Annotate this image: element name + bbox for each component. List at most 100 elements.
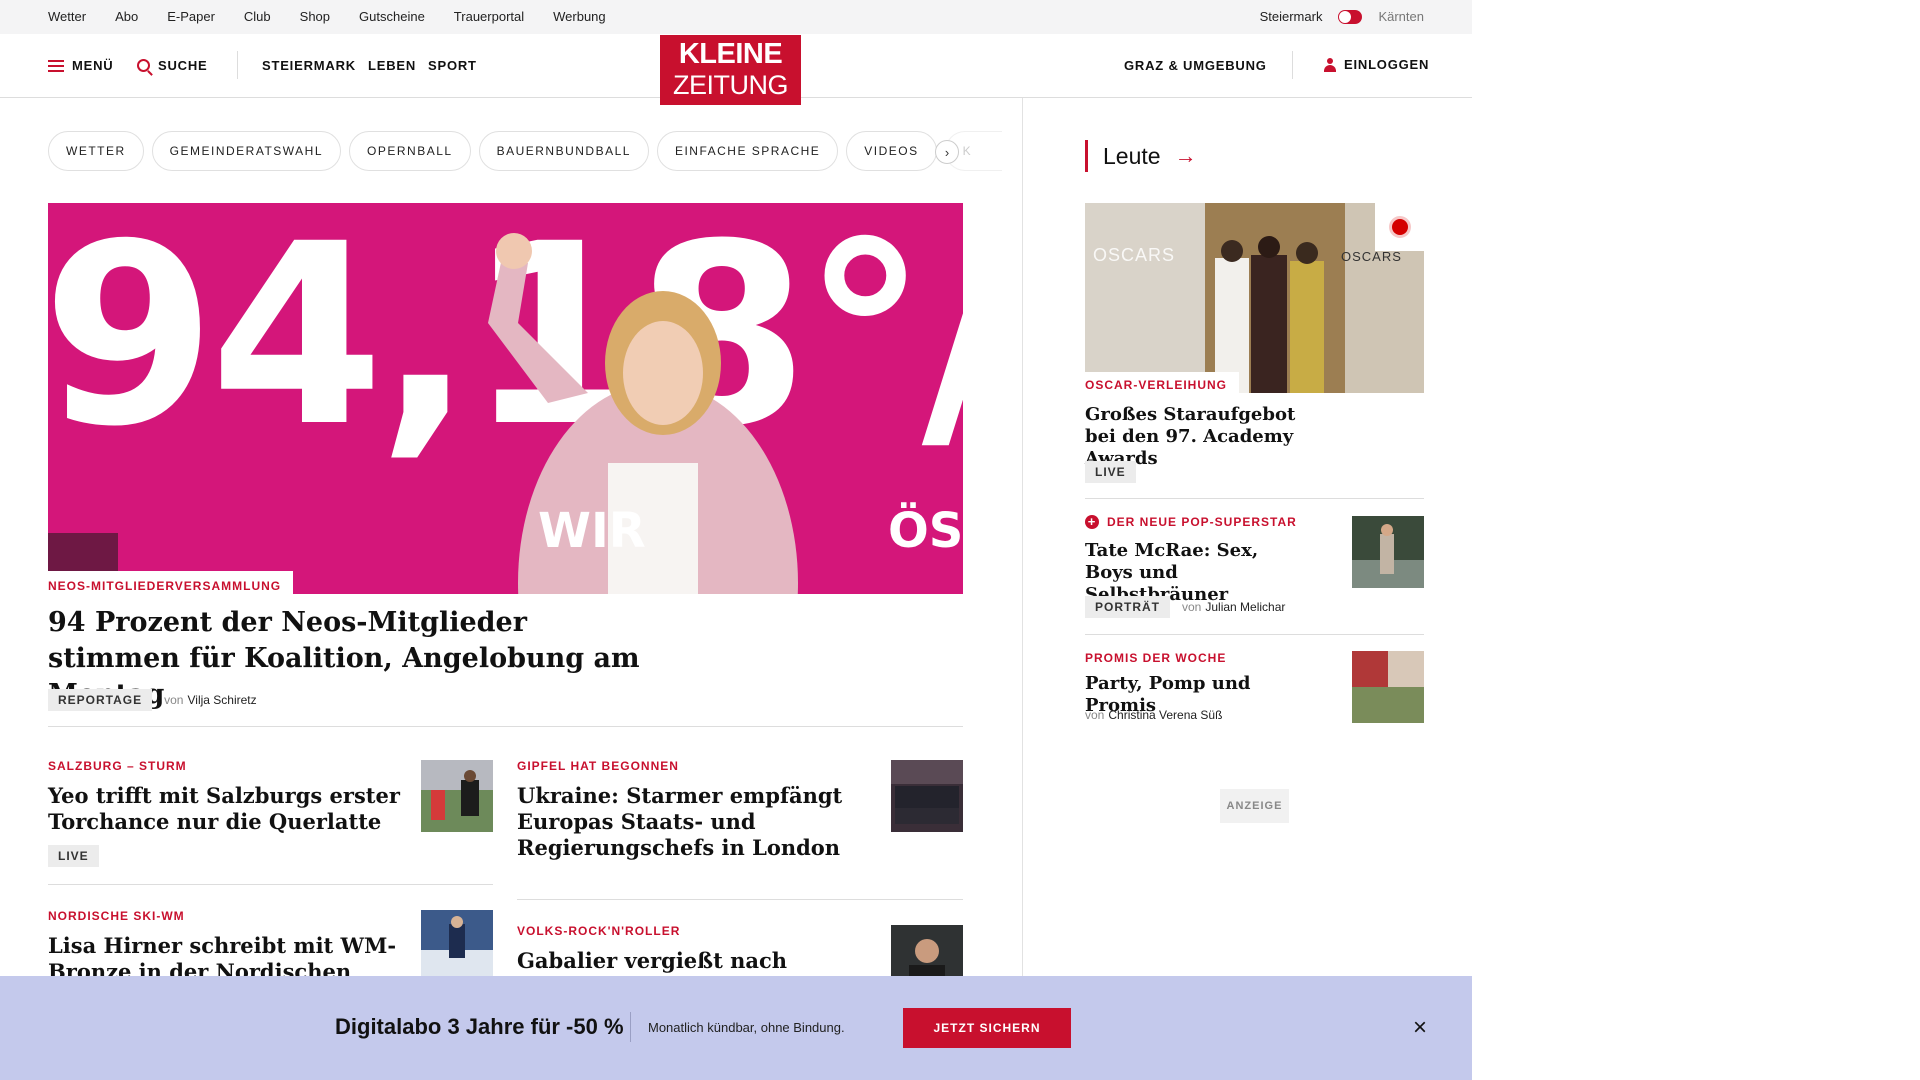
teaser-headline[interactable]: Yeo trifft mit Salzburgs erster Torchanc… [48, 783, 408, 835]
subscribe-button[interactable]: JETZT SICHERN [903, 1008, 1071, 1048]
divider [517, 899, 963, 900]
arrow-right-icon: → [1174, 143, 1197, 168]
sidebar-by: von [1182, 600, 1202, 614]
menu-label: MENÜ [72, 58, 114, 73]
divider [1085, 498, 1424, 499]
teaser-kicker: VOLKS-ROCK'N'ROLLER [517, 924, 681, 938]
top-links: Wetter Abo E-Paper Club Shop Gutscheine … [48, 9, 635, 24]
banner-divider [630, 1012, 631, 1042]
chip-opernball[interactable]: OPERNBALL [349, 131, 471, 171]
top-link-trauerportal[interactable]: Trauerportal [454, 9, 524, 24]
live-dot-icon [1391, 219, 1408, 235]
hero-badge: REPORTAGE [48, 689, 153, 711]
divider [48, 884, 493, 885]
hero-by: von [164, 693, 184, 707]
top-link-club[interactable]: Club [244, 9, 271, 24]
oscars-photo [1085, 203, 1424, 393]
top-link-werbung[interactable]: Werbung [553, 9, 606, 24]
top-link-gutscheine[interactable]: Gutscheine [359, 9, 425, 24]
chip-bauernbundball[interactable]: BAUERNBUNDBALL [478, 131, 649, 171]
hero-image-ost-text: ÖSTV [888, 503, 963, 559]
top-link-abo[interactable]: Abo [115, 9, 138, 24]
hero-meta: REPORTAGE von Vilja Schiretz [48, 689, 257, 711]
ad-label: ANZEIGE [1220, 789, 1289, 823]
hero-kicker: NEOS-MITGLIEDERVERSAMMLUNG [48, 571, 294, 598]
sidebar-author[interactable]: Julian Melichar [1205, 600, 1285, 614]
sidebar-author[interactable]: Christina Verena Süß [1108, 708, 1222, 722]
login-button[interactable]: EINLOGGEN [1324, 57, 1429, 72]
chip-wetter[interactable]: WETTER [48, 131, 144, 171]
nav-sport[interactable]: SPORT [428, 58, 477, 73]
region-toggle[interactable] [1338, 9, 1363, 24]
region-kaernten[interactable]: Kärnten [1378, 9, 1424, 24]
sidebar-kicker: PROMIS DER WOCHE [1085, 651, 1227, 665]
live-indicator [1375, 203, 1424, 251]
top-link-wetter[interactable]: Wetter [48, 9, 86, 24]
nav-leben[interactable]: LEBEN [368, 58, 416, 73]
oscars-text: OSCARS [1093, 245, 1176, 265]
sidebar-by: von [1085, 708, 1105, 722]
chip-einfache-sprache[interactable]: EINFACHE SPRACHE [656, 131, 839, 171]
live-badge: LIVE [48, 845, 99, 867]
sidebar-thumbnail-promis[interactable] [1352, 651, 1424, 723]
teaser-gabalier[interactable]: VOLKS-ROCK'N'ROLLER Gabalier vergießt na… [517, 924, 877, 974]
banner-title: Digitalabo 3 Jahre für -50 % [335, 1014, 624, 1039]
teaser-meta: LIVE [48, 845, 408, 867]
chips-next-button[interactable]: › [935, 140, 959, 164]
search-icon [137, 59, 150, 72]
close-icon[interactable]: × [1408, 1016, 1432, 1040]
teaser-salzburg[interactable]: SALZBURG – STURM Yeo trifft mit Salzburg… [48, 759, 408, 867]
oscars-text-2: OSCARS [1341, 249, 1402, 264]
nav-steiermark[interactable]: STEIERMARK [262, 58, 356, 73]
section-leute-link[interactable]: Leute → [1085, 140, 1197, 172]
portrait-badge: PORTRÄT [1085, 596, 1170, 618]
teaser-thumbnail-summit[interactable] [891, 760, 963, 832]
user-icon [1324, 57, 1336, 72]
top-link-shop[interactable]: Shop [300, 9, 330, 24]
hero-image[interactable]: 94,18°/ WIR ÖSTV [48, 203, 963, 594]
header-divider-right [1292, 51, 1293, 79]
logo[interactable]: KLEINE ZEITUNG [660, 35, 801, 105]
teaser-kicker: GIPFEL HAT BEGONNEN [517, 759, 679, 773]
header-divider [237, 51, 238, 79]
live-badge: LIVE [1085, 461, 1136, 483]
hamburger-icon [48, 59, 64, 72]
sidebar-thumbnail-tate[interactable] [1352, 516, 1424, 588]
sidebar-kicker: OSCAR-VERLEIHUNG [1085, 372, 1240, 396]
chip-gemeinderatswahl[interactable]: GEMEINDERATSWAHL [151, 131, 342, 171]
chip-videos[interactable]: VIDEOS [846, 131, 937, 171]
menu-button[interactable]: MENÜ [48, 58, 113, 73]
teaser-thumbnail-ski[interactable] [421, 910, 493, 982]
sidebar-meta: LIVE [1085, 461, 1148, 483]
nav-graz-umgebung[interactable]: GRAZ & UMGEBUNG [1124, 58, 1267, 73]
sidebar-image-oscars[interactable]: OSCARS OSCARS [1085, 203, 1424, 393]
logo-line-1: KLEINE [678, 38, 783, 70]
sidebar-kicker-text: DER NEUE POP-SUPERSTAR [1107, 515, 1297, 529]
region-steiermark[interactable]: Steiermark [1260, 9, 1323, 24]
chevron-right-icon: › [944, 144, 950, 160]
top-bar: Wetter Abo E-Paper Club Shop Gutscheine … [0, 0, 1472, 34]
logo-line-2: ZEITUNG [673, 70, 789, 100]
teaser-headline[interactable]: Gabalier vergießt nach [517, 948, 877, 974]
teaser-kicker: NORDISCHE SKI-WM [48, 909, 185, 923]
sidebar-kicker: + DER NEUE POP-SUPERSTAR [1085, 515, 1297, 529]
sidebar-meta: von Christina Verena Süß [1085, 708, 1222, 722]
hero-image-person [48, 233, 798, 594]
teaser-ukraine[interactable]: GIPFEL HAT BEGONNEN Ukraine: Starmer emp… [517, 759, 877, 861]
teaser-thumbnail-football[interactable] [421, 760, 493, 832]
banner-text: Monatlich kündbar, ohne Bindung. [648, 1020, 845, 1035]
hero-author[interactable]: Vilja Schiretz [187, 693, 256, 707]
search-label: SUCHE [158, 58, 208, 73]
topic-chips: WETTER GEMEINDERATSWAHL OPERNBALL BAUERN… [48, 131, 1010, 171]
search-button[interactable]: SUCHE [137, 58, 208, 73]
divider [48, 726, 963, 727]
divider [1085, 634, 1424, 635]
page-margin-right [1472, 0, 1920, 1080]
page: Wetter Abo E-Paper Club Shop Gutscheine … [0, 0, 1472, 1080]
login-label: EINLOGGEN [1344, 57, 1430, 72]
teaser-headline[interactable]: Ukraine: Starmer empfängt Europas Staats… [517, 783, 877, 861]
top-link-epaper[interactable]: E-Paper [167, 9, 215, 24]
plus-icon: + [1085, 515, 1099, 529]
column-divider [1022, 98, 1023, 978]
teaser-kicker: SALZBURG – STURM [48, 759, 187, 773]
